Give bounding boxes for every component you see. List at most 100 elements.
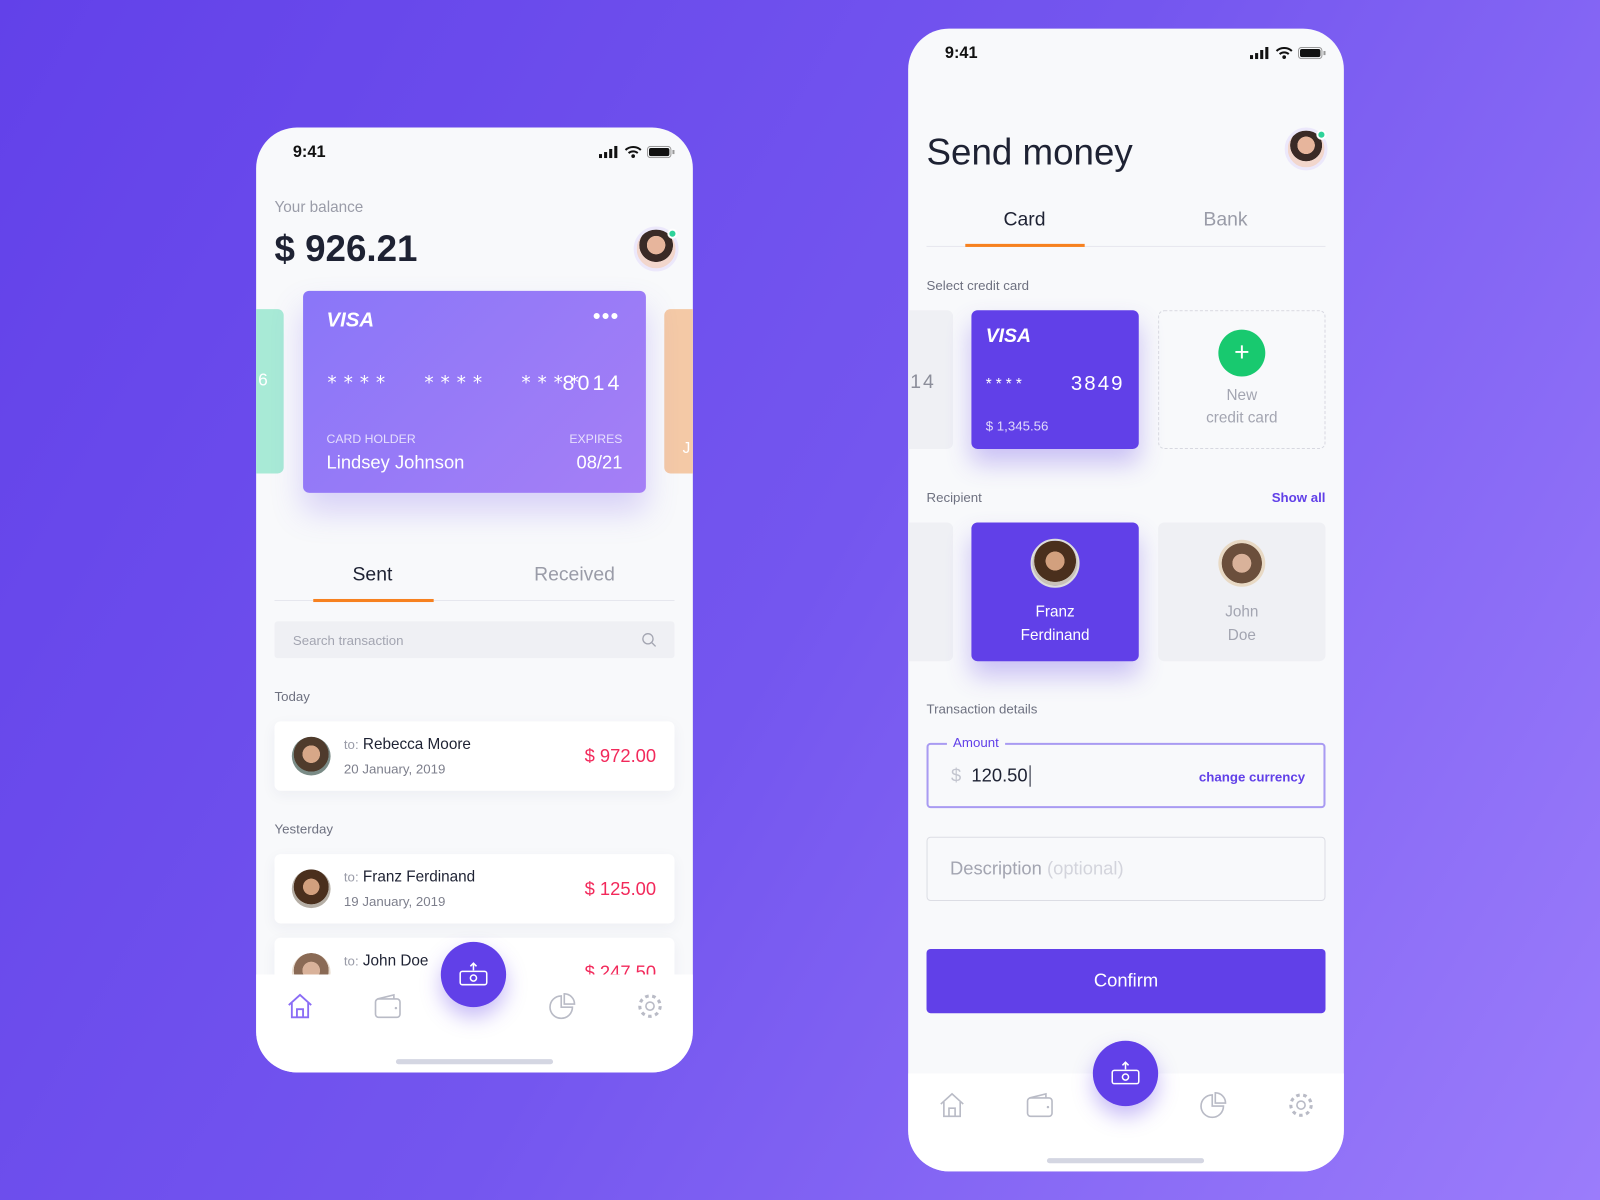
transaction-date: 20 January, 2019 xyxy=(343,761,446,777)
amount-legend: Amount xyxy=(946,734,1005,750)
home-icon[interactable] xyxy=(285,991,316,1022)
settings-icon[interactable] xyxy=(1286,1090,1317,1121)
card-number-mask: **** xyxy=(985,375,1026,393)
amount-field[interactable]: Amount $ 120.50 change currency xyxy=(926,734,1326,809)
home-screen: 9:41 Your balance $ 926.21 6 J VISA ••• … xyxy=(256,127,693,1073)
recipient-name: John Doe xyxy=(362,952,429,970)
recipient-first-name: Franz xyxy=(1035,603,1075,621)
tab-received[interactable]: Received xyxy=(493,564,656,586)
group-label-yesterday: Yesterday xyxy=(274,821,334,837)
status-icons xyxy=(598,145,675,159)
expires-label: EXPIRES xyxy=(569,431,623,446)
recipient-card[interactable]: John Doe xyxy=(1158,522,1326,662)
new-card-label-1: New xyxy=(1226,386,1258,405)
card-teal-partial[interactable]: 6 xyxy=(256,309,284,474)
signal-icon xyxy=(598,145,618,159)
balance-amount: $ 926.21 xyxy=(274,227,418,270)
chart-icon[interactable] xyxy=(547,991,578,1022)
transaction-amount: $ 972.00 xyxy=(584,745,657,767)
card-fragment: J xyxy=(682,439,691,458)
user-avatar[interactable] xyxy=(633,226,679,272)
search-placeholder: Search transaction xyxy=(292,632,404,648)
card-number-mask: **** **** **** xyxy=(326,372,586,394)
card-last4: 3849 xyxy=(1070,372,1125,395)
home-indicator xyxy=(395,1059,554,1065)
home-indicator xyxy=(1046,1158,1205,1164)
page-title: Send money xyxy=(926,130,1133,173)
tab-card[interactable]: Card xyxy=(943,209,1106,231)
card-balance: $ 1,345.56 xyxy=(985,418,1049,434)
recipient-avatar xyxy=(291,736,331,776)
recipient-avatar xyxy=(1030,538,1080,588)
recipient-avatar xyxy=(1218,539,1266,587)
show-all-link[interactable]: Show all xyxy=(1272,490,1326,505)
recipient-name: Rebecca Moore xyxy=(362,735,471,754)
status-time: 9:41 xyxy=(944,44,978,63)
recipient-card-partial[interactable] xyxy=(908,522,954,662)
balance-label: Your balance xyxy=(274,198,364,217)
card-menu-icon[interactable]: ••• xyxy=(593,305,620,327)
tab-sent[interactable]: Sent xyxy=(291,564,454,586)
expires: 08/21 xyxy=(576,452,623,473)
currency-symbol: $ xyxy=(951,765,962,786)
recipient-last-name: Doe xyxy=(1227,626,1256,644)
tab-bank[interactable]: Bank xyxy=(1144,209,1307,231)
visa-logo: VISA xyxy=(326,309,375,332)
change-currency-link[interactable]: change currency xyxy=(1199,769,1305,784)
recipient-first-name: John xyxy=(1225,603,1259,621)
description-placeholder: Description xyxy=(949,858,1042,879)
tab-underline xyxy=(313,598,434,603)
search-input[interactable]: Search transaction xyxy=(274,621,675,659)
online-indicator xyxy=(667,228,678,239)
confirm-button[interactable]: Confirm xyxy=(926,948,1326,1014)
card-fragment: 14 xyxy=(910,371,936,393)
description-optional: (optional) xyxy=(1046,858,1124,879)
card-holder-label: CARD HOLDER xyxy=(326,431,416,446)
send-money-icon xyxy=(1111,1061,1140,1085)
wallet-icon[interactable] xyxy=(1024,1090,1055,1121)
wifi-icon xyxy=(624,146,642,158)
battery-icon xyxy=(1297,46,1326,60)
to-prefix: to: xyxy=(343,869,359,885)
card-orange-partial[interactable]: J xyxy=(664,309,693,474)
new-card-label-2: credit card xyxy=(1206,409,1278,427)
wifi-icon xyxy=(1275,47,1293,59)
status-time: 9:41 xyxy=(292,143,326,162)
recipient-avatar xyxy=(291,869,331,909)
to-prefix: to: xyxy=(343,953,359,969)
status-icons xyxy=(1249,46,1326,60)
new-credit-card-button[interactable]: + New credit card xyxy=(1158,310,1326,449)
search-icon[interactable] xyxy=(642,633,657,647)
card-previous-partial[interactable]: 14 xyxy=(908,310,954,449)
send-money-screen: 9:41 Send money Card Bank Select credit … xyxy=(908,28,1344,1172)
home-icon[interactable] xyxy=(937,1090,968,1121)
visa-card[interactable]: VISA ••• **** **** **** 8014 CARD HOLDER… xyxy=(303,290,646,493)
selected-visa-card[interactable]: VISA **** 3849 $ 1,345.56 xyxy=(971,310,1139,449)
plus-icon: + xyxy=(1218,329,1266,377)
recipient-last-name: Ferdinand xyxy=(1020,626,1090,644)
group-label-today: Today xyxy=(274,688,310,705)
wallet-icon[interactable] xyxy=(372,991,403,1022)
amount-input[interactable]: 120.50 xyxy=(971,765,1031,787)
to-prefix: to: xyxy=(343,736,359,753)
battery-icon xyxy=(646,145,675,159)
recipient-card-selected[interactable]: Franz Ferdinand xyxy=(971,522,1139,662)
recipient-label: Recipient xyxy=(926,489,982,506)
transaction-details-label: Transaction details xyxy=(926,701,1038,717)
card-fragment: 6 xyxy=(258,370,268,390)
tab-underline xyxy=(965,243,1085,247)
recipient-name: Franz Ferdinand xyxy=(362,868,476,886)
send-money-button[interactable] xyxy=(1092,1040,1159,1107)
select-card-label: Select credit card xyxy=(926,277,1030,293)
transaction-row[interactable]: to: Franz Ferdinand 19 January, 2019 $ 1… xyxy=(274,854,675,924)
online-indicator xyxy=(1316,129,1327,140)
signal-icon xyxy=(1249,46,1269,60)
card-last4: 8014 xyxy=(562,371,623,395)
send-money-button[interactable] xyxy=(440,941,507,1008)
transaction-amount: $ 125.00 xyxy=(584,878,657,899)
settings-icon[interactable] xyxy=(635,991,666,1022)
chart-icon[interactable] xyxy=(1198,1090,1229,1121)
description-field[interactable]: Description (optional) xyxy=(926,836,1326,902)
user-avatar[interactable] xyxy=(1284,127,1328,171)
transaction-row[interactable]: to: Rebecca Moore 20 January, 2019 $ 972… xyxy=(274,721,675,791)
